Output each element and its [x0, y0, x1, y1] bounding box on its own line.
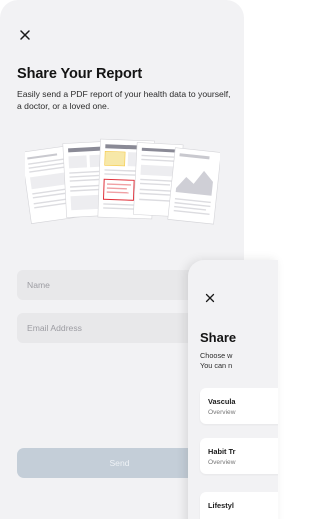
sheet-close-button[interactable] [205, 293, 215, 303]
share-sheet: Share Choose w You can n Vascula Overvie… [188, 260, 278, 519]
page-title: Share Your Report [17, 66, 143, 82]
report-option-card[interactable]: Vascula Overview [200, 388, 278, 424]
card-title: Habit Tr [208, 447, 236, 456]
report-option-card[interactable]: Habit Tr Overview [200, 438, 278, 474]
close-icon [205, 293, 215, 303]
sheet-title: Share [200, 330, 237, 345]
card-title: Lifestyl [208, 501, 234, 510]
report-documents-illustration [25, 138, 220, 225]
close-icon [20, 30, 30, 40]
report-option-card[interactable]: Lifestyl [200, 492, 278, 519]
card-subtitle: Overview [208, 459, 236, 466]
close-button[interactable] [18, 28, 32, 42]
sheet-description: Choose w You can n [200, 351, 278, 371]
card-title: Vascula [208, 397, 236, 406]
sheet-description-line: You can n [200, 361, 233, 370]
card-subtitle: Overview [208, 409, 236, 416]
page-subtitle: Easily send a PDF report of your health … [17, 89, 231, 111]
sheet-description-line: Choose w [200, 351, 233, 360]
